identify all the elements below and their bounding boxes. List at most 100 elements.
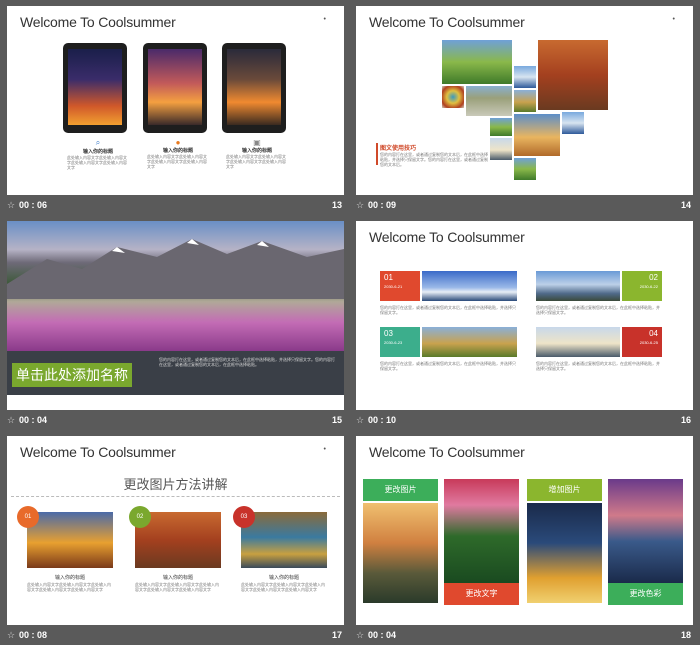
slide-timing: 00 : 04	[368, 630, 397, 640]
item-heading: 输入你的标题	[162, 575, 193, 581]
slide-title: Welcome To Coolsummer	[20, 14, 176, 30]
card-number: 03	[384, 329, 393, 338]
card-date: 2030-6-23	[384, 340, 403, 345]
item-heading: 输入你的标题	[82, 149, 113, 155]
collage-photo	[562, 112, 584, 134]
slide-thumbnail-14[interactable]: Welcome To Coolsummer • 图文使用技巧 您的内容打在这里，…	[356, 6, 693, 215]
card-date: 2030-6-22	[639, 284, 658, 289]
golden-peak-photo	[27, 512, 113, 568]
slide-number: 16	[680, 415, 691, 425]
slide-thumbnail-18[interactable]: Welcome To Coolsummer 更改图片 更改文字 增加图片 更改色…	[356, 436, 693, 645]
collage-photo	[442, 40, 512, 84]
star-icon[interactable]: ☆	[7, 200, 15, 211]
item-text: 此处输入内容文字此处输入内容文字此处输入内容文字此处输入内容文字	[226, 154, 286, 169]
card-number: 01	[384, 273, 393, 282]
slide-timing: 00 : 06	[19, 200, 48, 210]
card-number: 02	[649, 273, 658, 282]
item-text: 此处输入内容文字此处输入内容文字此处输入内容文字此处输入内容文字此处输入内容文字	[27, 582, 111, 592]
slide-title: Welcome To Coolsummer	[20, 444, 176, 460]
slide-meta: ☆ 00 : 09 14	[356, 198, 693, 214]
caption-text: 您的内容打在这里，或者通过复制您的文本后，在此框中选择粘贴，并选择只保留文字。您…	[380, 152, 488, 167]
item-text: 此处输入内容文字此处输入内容文字此处输入内容文字此处输入内容文字	[67, 155, 127, 170]
slide-thumbnail-16[interactable]: Welcome To Coolsummer 01 2030-6-21 您的内容打…	[356, 221, 693, 430]
banner-title[interactable]: 单击此处添加名称	[12, 363, 132, 387]
card-text: 您的内容打在这里，或者通过复制您的文本后，在此框中选择粘贴，并选择只保留文字。	[536, 305, 660, 315]
collage-photo	[466, 86, 512, 116]
card-text: 您的内容打在这里，或者通过复制您的文本后，在此框中选择粘贴，并选择只保留文字。	[380, 361, 516, 371]
star-icon[interactable]: ☆	[356, 630, 364, 641]
street-sunset-photo	[227, 49, 281, 125]
change-text-label[interactable]: 更改文字	[444, 583, 519, 605]
caption-heading: 图文使用技巧	[380, 146, 417, 152]
item-heading: 输入你的标题	[241, 148, 272, 154]
corner-mark: •	[672, 16, 675, 23]
lock-icon: ▣	[253, 138, 261, 147]
star-icon[interactable]: ☆	[7, 630, 15, 641]
mountain-silhouette	[7, 239, 344, 299]
collage-photo	[514, 158, 536, 180]
slide-18-canvas[interactable]: Welcome To Coolsummer 更改图片 更改文字 增加图片 更改色…	[356, 436, 693, 625]
item-heading: 输入你的标题	[162, 148, 193, 154]
field-photo	[422, 327, 517, 357]
timeline-card-02: 02 2030-6-22	[622, 271, 662, 301]
divider	[11, 496, 340, 499]
collage-photo	[514, 90, 536, 112]
sunset-hills-photo	[363, 503, 438, 603]
slide-number: 17	[331, 630, 342, 640]
step-badge-02: 02	[129, 506, 151, 528]
slide-13-canvas[interactable]: Welcome To Coolsummer • ⌕ 输入你的标题 此处输入内容文…	[7, 6, 344, 195]
slide-15-canvas[interactable]: 单击此处添加名称 您的内容打在这里，或者通过复制您的文本后，在此框中选择粘贴，并…	[7, 221, 344, 410]
card-number: 04	[649, 329, 658, 338]
timeline-card-03: 03 2030-6-23	[380, 327, 420, 357]
collage-photo	[538, 40, 608, 110]
card-date: 2030-6-21	[384, 284, 403, 289]
slide-number: 13	[331, 200, 342, 210]
chat-icon: ●	[175, 138, 181, 147]
tablet-frame	[63, 43, 127, 133]
slide-17-canvas[interactable]: Welcome To Coolsummer • 更改图片方法讲解 01 输入你的…	[7, 436, 344, 625]
collage-photo	[490, 118, 512, 136]
slide-title: Welcome To Coolsummer	[369, 14, 525, 30]
city-photo	[68, 49, 122, 125]
slide-title: Welcome To Coolsummer	[369, 229, 525, 245]
calm-lake-photo	[536, 327, 620, 357]
slide-16-canvas[interactable]: Welcome To Coolsummer 01 2030-6-21 您的内容打…	[356, 221, 693, 410]
change-color-label[interactable]: 更改色彩	[608, 583, 683, 605]
slide-number: 18	[680, 630, 691, 640]
timeline-card-04: 04 2030-6-25	[622, 327, 662, 357]
star-icon[interactable]: ☆	[356, 200, 364, 211]
add-image-label[interactable]: 增加图片	[527, 479, 602, 501]
tablet-frame	[143, 43, 207, 133]
slide-title: Welcome To Coolsummer	[369, 444, 525, 460]
item-text: 此处输入内容文字此处输入内容文字此处输入内容文字此处输入内容文字此处输入内容文字	[241, 582, 325, 592]
item-text: 此处输入内容文字此处输入内容文字此处输入内容文字此处输入内容文字此处输入内容文字	[135, 582, 219, 592]
slide-14-canvas[interactable]: Welcome To Coolsummer • 图文使用技巧 您的内容打在这里，…	[356, 6, 693, 195]
tablet-frame	[222, 43, 286, 133]
card-text: 您的内容打在这里，或者通过复制您的文本后，在此框中选择粘贴，并选择只保留文字。	[380, 305, 516, 315]
flower-arch-photo	[444, 479, 519, 583]
slide-subtitle: 更改图片方法讲解	[123, 477, 228, 492]
slide-number: 15	[331, 415, 342, 425]
item-heading: 输入你的标题	[268, 575, 299, 581]
step-badge-03: 03	[233, 506, 255, 528]
star-icon[interactable]: ☆	[7, 415, 15, 426]
lake-photo	[536, 271, 620, 301]
star-icon[interactable]: ☆	[356, 415, 364, 426]
item-text: 此处输入内容文字此处输入内容文字此处输入内容文字此处输入内容文字	[147, 154, 207, 169]
card-text: 您的内容打在这里，或者通过复制您的文本后，在此框中选择粘贴，并选择只保留文字。	[536, 361, 660, 371]
slide-meta: ☆ 00 : 04 18	[356, 628, 693, 644]
step-badge-01: 01	[17, 506, 39, 528]
eiffel-photo	[148, 49, 202, 125]
slide-number: 14	[680, 200, 691, 210]
snow-mountain-photo	[422, 271, 517, 301]
feature-item: ⌕ 输入你的标题 此处输入内容文字此处输入内容文字此处输入内容文字此处输入内容文…	[67, 138, 129, 170]
slide-thumbnail-17[interactable]: Welcome To Coolsummer • 更改图片方法讲解 01 输入你的…	[7, 436, 344, 645]
slide-meta: ☆ 00 : 10 16	[356, 413, 693, 429]
skyline-photo	[608, 479, 683, 583]
slide-meta: ☆ 00 : 06 13	[7, 198, 344, 214]
slide-meta: ☆ 00 : 08 17	[7, 628, 344, 644]
slide-thumbnail-13[interactable]: Welcome To Coolsummer • ⌕ 输入你的标题 此处输入内容文…	[7, 6, 344, 215]
slide-thumbnail-15[interactable]: 单击此处添加名称 您的内容打在这里，或者通过复制您的文本后，在此框中选择粘贴，并…	[7, 221, 344, 430]
change-image-label[interactable]: 更改图片	[363, 479, 438, 501]
slide-timing: 00 : 08	[19, 630, 48, 640]
